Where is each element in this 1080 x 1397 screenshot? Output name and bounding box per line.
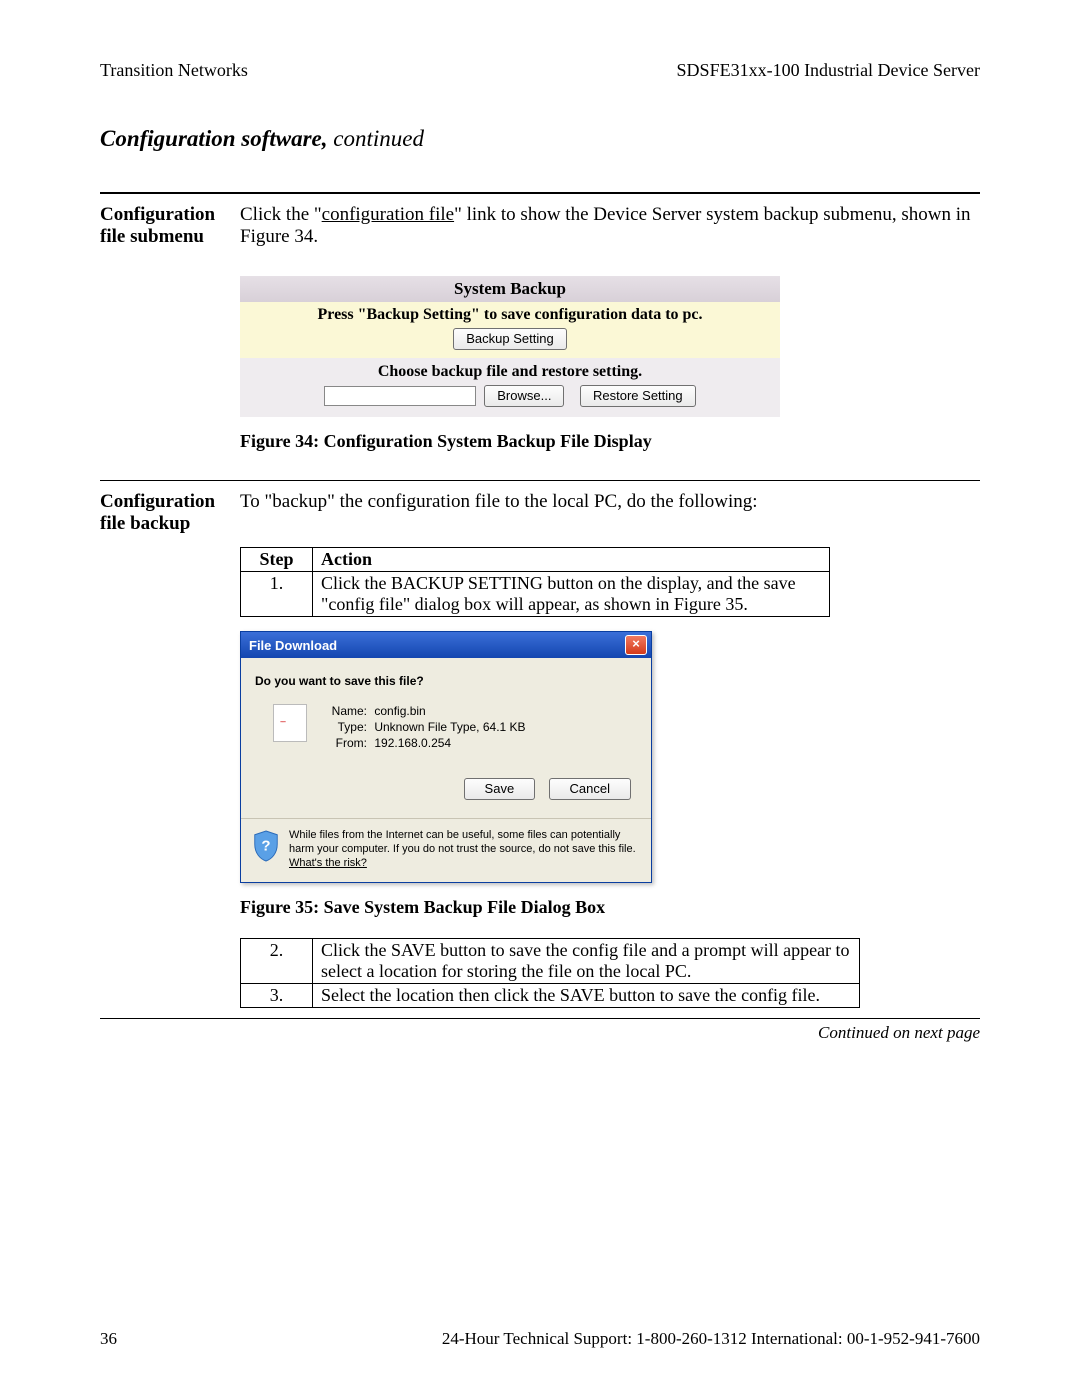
file-download-dialog: File Download × Do you want to save this… <box>240 631 652 883</box>
col-action: Action <box>313 548 830 572</box>
backup-file-input[interactable] <box>324 386 476 406</box>
step-cell: 1. <box>241 572 313 617</box>
warning-body: While files from the Internet can be use… <box>289 829 636 855</box>
whats-the-risk-link[interactable]: What's the risk? <box>289 857 367 869</box>
page-number: 36 <box>100 1329 117 1349</box>
page-footer: 36 24-Hour Technical Support: 1-800-260-… <box>100 1329 980 1349</box>
config-file-submenu-label: Configuration file submenu <box>100 204 240 248</box>
header-right: SDSFE31xx-100 Industrial Device Server <box>677 60 980 81</box>
config-file-backup-intro: To "backup" the configuration file to th… <box>240 491 980 513</box>
restore-setting-button[interactable]: Restore Setting <box>580 385 696 407</box>
shield-icon: ? <box>251 829 281 863</box>
dialog-content: Do you want to save this file? Name: con… <box>241 658 651 818</box>
figure-35-caption: Figure 35: Save System Backup File Dialo… <box>240 897 980 918</box>
dialog-title: File Download <box>249 638 337 653</box>
rule <box>100 1018 980 1019</box>
col-step: Step <box>241 548 313 572</box>
backup-step-table-2: 2. Click the SAVE button to save the con… <box>240 938 860 1008</box>
config-file-backup-label: Configuration file backup <box>100 491 240 535</box>
table-header-row: Step Action <box>241 548 830 572</box>
rule <box>100 192 980 194</box>
table-row: 3. Select the location then click the SA… <box>241 984 860 1008</box>
cancel-button[interactable]: Cancel <box>549 778 631 800</box>
from-key: From: <box>323 736 367 750</box>
section-heading: Configuration software, continued <box>100 126 980 152</box>
file-meta: Name: config.bin Type: Unknown File Type… <box>323 704 526 752</box>
restore-setting-message: Choose backup file and restore setting. <box>240 363 780 381</box>
page: Transition Networks SDSFE31xx-100 Indust… <box>0 0 1080 1397</box>
table-row: 1. Click the BACKUP SETTING button on th… <box>241 572 830 617</box>
dialog-question: Do you want to save this file? <box>255 674 637 688</box>
type-key: Type: <box>323 720 367 734</box>
action-cell: Select the location then click the SAVE … <box>313 984 860 1008</box>
save-button[interactable]: Save <box>464 778 536 800</box>
name-key: Name: <box>323 704 367 718</box>
backup-setting-panel: Press "Backup Setting" to save configura… <box>240 302 780 358</box>
action-cell: Click the BACKUP SETTING button on the d… <box>313 572 830 617</box>
backup-step-table-1: Step Action 1. Click the BACKUP SETTING … <box>240 547 830 617</box>
config-file-submenu-body: Click the "configuration file" link to s… <box>240 204 980 248</box>
backup-setting-button[interactable]: Backup Setting <box>453 328 566 350</box>
backup-setting-message: Press "Backup Setting" to save configura… <box>240 306 780 324</box>
name-value: config.bin <box>374 704 425 718</box>
dialog-titlebar: File Download × <box>241 632 651 658</box>
system-backup-panel: System Backup Press "Backup Setting" to … <box>240 276 780 417</box>
configuration-file-link[interactable]: configuration file <box>322 204 454 225</box>
step-cell: 2. <box>241 939 313 984</box>
system-backup-title: System Backup <box>240 276 780 302</box>
figure-34-caption: Figure 34: Configuration System Backup F… <box>240 431 980 452</box>
text: Click the " <box>240 204 322 225</box>
dialog-warning: ? While files from the Internet can be u… <box>241 818 651 882</box>
config-file-backup-block: Configuration file backup To "backup" th… <box>100 491 980 535</box>
section-heading-continued: continued <box>328 126 424 151</box>
type-value: Unknown File Type, 64.1 KB <box>374 720 525 734</box>
svg-text:?: ? <box>261 838 270 855</box>
table-row: 2. Click the SAVE button to save the con… <box>241 939 860 984</box>
config-file-submenu-block: Configuration file submenu Click the "co… <box>100 204 980 248</box>
page-header: Transition Networks SDSFE31xx-100 Indust… <box>100 60 980 81</box>
step-cell: 3. <box>241 984 313 1008</box>
file-icon <box>273 704 307 742</box>
header-left: Transition Networks <box>100 60 248 81</box>
restore-setting-panel: Choose backup file and restore setting. … <box>240 358 780 417</box>
continued-text: Continued on next page <box>100 1023 980 1043</box>
section-heading-main: Configuration software, <box>100 126 328 151</box>
browse-button[interactable]: Browse... <box>484 385 564 407</box>
dialog-button-row: Save Cancel <box>255 778 631 800</box>
support-line: 24-Hour Technical Support: 1-800-260-131… <box>442 1329 980 1349</box>
rule <box>100 480 980 481</box>
from-value: 192.168.0.254 <box>374 736 451 750</box>
action-cell: Click the SAVE button to save the config… <box>313 939 860 984</box>
warning-text: While files from the Internet can be use… <box>289 829 641 870</box>
file-info-row: Name: config.bin Type: Unknown File Type… <box>273 704 637 752</box>
close-icon[interactable]: × <box>625 635 647 655</box>
